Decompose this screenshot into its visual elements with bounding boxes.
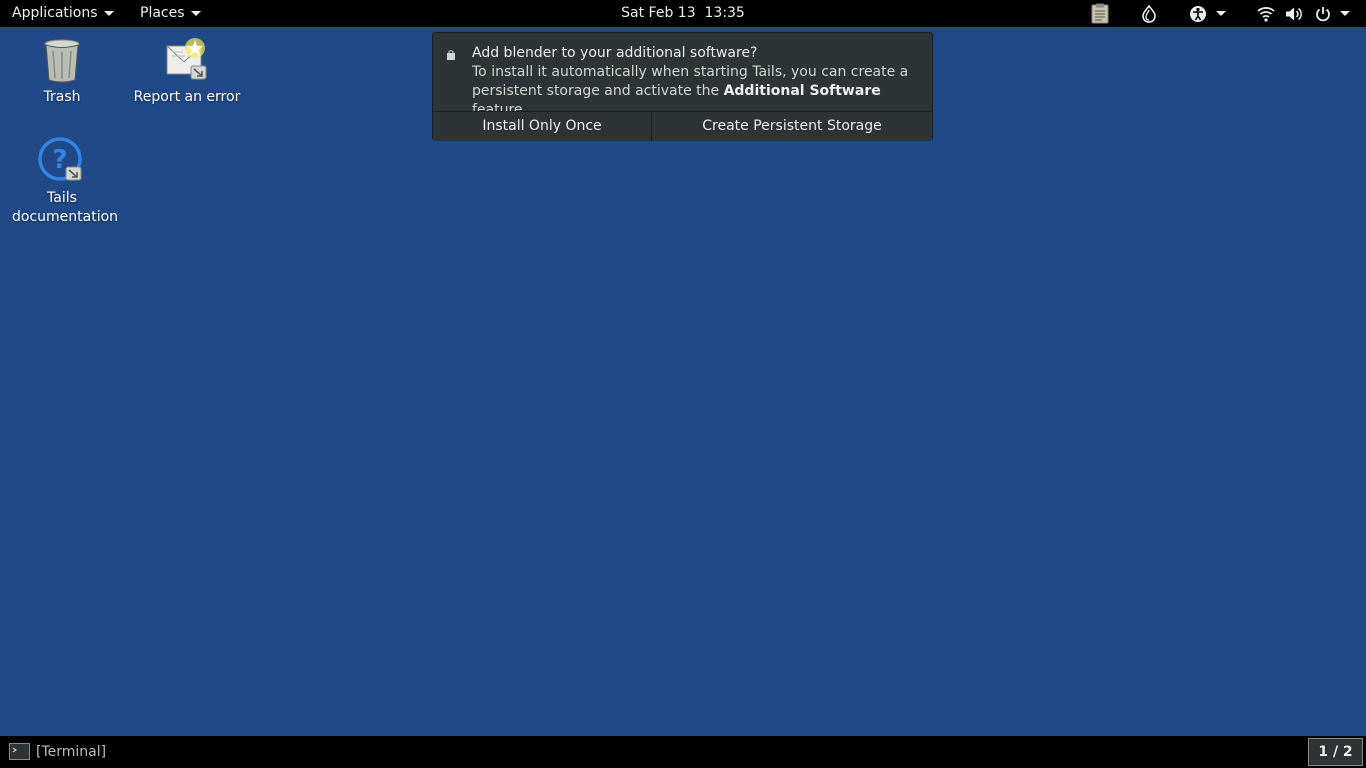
notification-body-bold: Additional Software <box>723 83 881 99</box>
report-error-icon <box>163 36 211 84</box>
terminal-icon <box>9 743 30 760</box>
workspace-switcher[interactable]: 1 / 2 <box>1308 738 1363 766</box>
desktop-icon-label: Trash <box>43 89 81 105</box>
places-menu-label: Places <box>140 5 185 21</box>
chevron-down-icon <box>190 11 201 16</box>
shopping-bag-icon <box>446 48 456 60</box>
desktop-icon-trash[interactable]: Trash <box>7 36 117 107</box>
accessibility-icon[interactable] <box>1188 3 1208 24</box>
desktop-icon-tails-documentation[interactable]: ? Tails documentation <box>7 137 119 227</box>
taskbar-item-label: [Terminal] <box>36 743 107 760</box>
tor-onion-icon[interactable] <box>1139 3 1159 24</box>
bottom-panel: [Terminal] 1 / 2 <box>0 736 1366 768</box>
applications-menu-label: Applications <box>12 5 98 21</box>
desktop-icon-label: Report an error <box>133 89 241 105</box>
top-panel: Applications Places Sat Feb 13 13:35 <box>0 0 1366 27</box>
desktop-icon-label: Tails documentation <box>12 190 119 225</box>
desktop-icon-report-error[interactable]: Report an error <box>132 36 242 107</box>
clock[interactable]: Sat Feb 13 13:35 <box>621 5 745 21</box>
chevron-down-icon[interactable] <box>1340 11 1350 16</box>
volume-icon[interactable] <box>1284 3 1304 24</box>
wifi-icon[interactable] <box>1256 3 1276 24</box>
notification-actions: Install Only Once Create Persistent Stor… <box>433 111 932 141</box>
svg-text:?: ? <box>52 145 67 175</box>
power-icon[interactable] <box>1313 3 1333 24</box>
chevron-down-icon <box>103 11 114 16</box>
trash-icon <box>38 36 86 84</box>
notification-title: Add blender to your additional software? <box>472 45 758 61</box>
places-menu[interactable]: Places <box>140 0 201 27</box>
help-icon: ? <box>38 137 86 185</box>
chevron-down-icon[interactable] <box>1216 11 1226 16</box>
additional-software-notification: Add blender to your additional software?… <box>432 32 933 141</box>
taskbar-item-terminal[interactable]: [Terminal] <box>9 743 106 760</box>
create-persistent-storage-button[interactable]: Create Persistent Storage <box>652 112 932 141</box>
clipboard-icon[interactable] <box>1089 3 1111 24</box>
applications-menu[interactable]: Applications <box>12 0 114 27</box>
clock-area: Sat Feb 13 13:35 <box>0 0 1366 27</box>
install-only-once-button[interactable]: Install Only Once <box>433 112 652 141</box>
